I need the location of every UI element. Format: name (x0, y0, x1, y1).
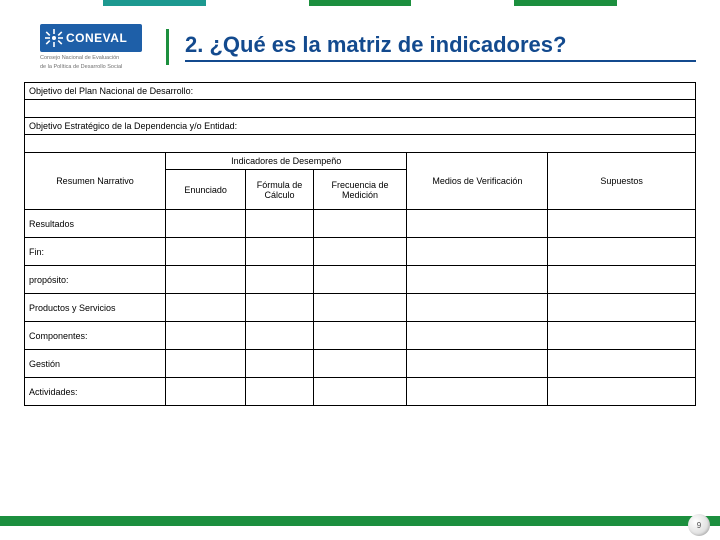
col-enunciado: Enunciado (165, 170, 246, 210)
label-objetivo-pnd: Objetivo del Plan Nacional de Desarrollo… (25, 83, 696, 100)
page-title: 2. ¿Qué es la matriz de indicadores? (185, 32, 696, 62)
col-formula: Fórmula de Cálculo (246, 170, 313, 210)
cell-resultados: Resultados (25, 210, 166, 238)
col-indicadores-group: Indicadores de Desempeño (165, 153, 407, 170)
logo-subline1: Consejo Nacional de Evaluación (40, 55, 150, 61)
logo-burst-icon (44, 28, 64, 48)
cell-objetivo-pnd-value (25, 100, 696, 118)
cell-componentes: Componentes: (25, 322, 166, 350)
row-resultados: Resultados (25, 210, 696, 238)
col-medios: Medios de Verificación (407, 153, 548, 210)
row-objetivo-estrategico-value (25, 135, 696, 153)
cell-objetivo-estrategico-value (25, 135, 696, 153)
col-frecuencia: Frecuencia de Medición (313, 170, 407, 210)
header: CONEVAL Consejo Nacional de Evaluación d… (40, 24, 696, 70)
logo-text: CONEVAL (66, 31, 127, 45)
col-resumen: Resumen Narrativo (25, 153, 166, 210)
title-divider (166, 29, 169, 65)
row-componentes: Componentes: (25, 322, 696, 350)
footer-stripe (0, 516, 720, 526)
row-proposito: propósito: (25, 266, 696, 294)
matrix-wrap: Objetivo del Plan Nacional de Desarrollo… (24, 82, 696, 504)
row-objetivo-pnd-label: Objetivo del Plan Nacional de Desarrollo… (25, 83, 696, 100)
cell-fin: Fin: (25, 238, 166, 266)
cell-actividades: Actividades: (25, 378, 166, 406)
row-headers-1: Resumen Narrativo Indicadores de Desempe… (25, 153, 696, 170)
row-productos: Productos y Servicios (25, 294, 696, 322)
label-objetivo-estrategico: Objetivo Estratégico de la Dependencia y… (25, 118, 696, 135)
logo-block: CONEVAL Consejo Nacional de Evaluación d… (40, 24, 150, 70)
row-actividades: Actividades: (25, 378, 696, 406)
page-number: 9 (697, 521, 701, 530)
logo-subline2: de la Política de Desarrollo Social (40, 64, 150, 70)
col-supuestos: Supuestos (548, 153, 696, 210)
row-fin: Fin: (25, 238, 696, 266)
page-number-badge: 9 (688, 514, 710, 536)
top-stripe (0, 0, 720, 6)
cell-productos: Productos y Servicios (25, 294, 166, 322)
row-gestion: Gestión (25, 350, 696, 378)
cell-proposito: propósito: (25, 266, 166, 294)
row-objetivo-pnd-value (25, 100, 696, 118)
row-objetivo-estrategico-label: Objetivo Estratégico de la Dependencia y… (25, 118, 696, 135)
logo-box: CONEVAL (40, 24, 142, 52)
matrix-table: Objetivo del Plan Nacional de Desarrollo… (24, 82, 696, 406)
cell-gestion: Gestión (25, 350, 166, 378)
slide: CONEVAL Consejo Nacional de Evaluación d… (0, 0, 720, 540)
